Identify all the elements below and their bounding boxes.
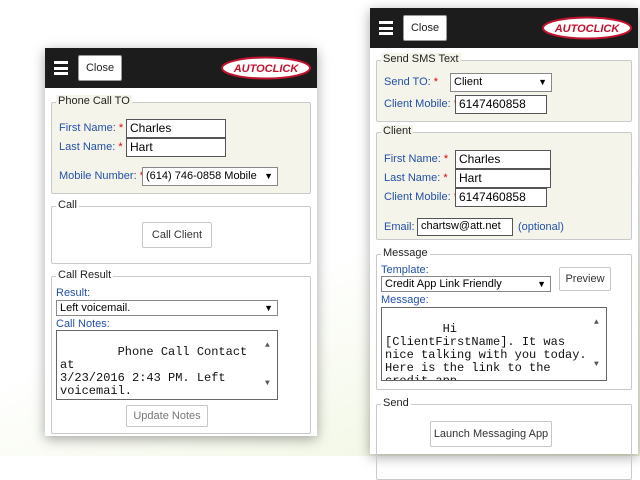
result-value: Left voicemail. <box>60 302 131 314</box>
scroll-down-icon[interactable]: ▼ <box>594 361 599 369</box>
sms-panel: Close AUTOCLICK Send SMS Text Send TO: *… <box>370 8 638 480</box>
call-notes-text: Phone Call Contact at 3/23/2016 2:43 PM.… <box>60 345 248 398</box>
autoclick-logo: AUTOCLICK <box>221 56 311 80</box>
notes-scrollbar[interactable]: ▲ ▼ <box>263 332 276 398</box>
preview-button[interactable]: Preview <box>559 267 611 291</box>
call-client-button[interactable]: Call Client <box>142 222 212 248</box>
last-name-label: Last Name: * <box>59 141 123 153</box>
section-title: Call Result <box>56 269 114 281</box>
message-textarea[interactable]: Hi [ClientFirstName]. It was nice talkin… <box>381 307 607 381</box>
section-title: Send <box>381 397 411 409</box>
template-value: Credit App Link Friendly <box>385 278 502 290</box>
section-title: Call <box>56 199 79 211</box>
section-title: Client <box>381 125 414 137</box>
update-notes-button[interactable]: Update Notes <box>126 405 208 427</box>
send-to-select[interactable]: Client ▼ <box>450 73 552 92</box>
first-name-label: First Name: * <box>59 122 124 134</box>
last-name-label: Last Name: * <box>384 172 448 184</box>
send-sms-section: Send SMS Text Send TO: * Client ▼ Client… <box>376 53 632 122</box>
client-section: Client First Name: * Charles Last Name: … <box>376 125 632 240</box>
message-label: Message: <box>381 294 429 306</box>
hamburger-icon[interactable] <box>54 59 68 77</box>
svg-text:AUTOCLICK: AUTOCLICK <box>233 63 300 75</box>
section-title: Phone Call TO <box>56 95 132 107</box>
client-mobile-field[interactable]: 6147460858 <box>455 95 547 114</box>
scroll-up-icon[interactable]: ▲ <box>265 342 270 350</box>
send-to-label: Send TO: * <box>384 76 439 88</box>
header-bar: Close AUTOCLICK <box>370 8 638 48</box>
email-label: Email: <box>384 221 415 233</box>
send-section: Send Launch Messaging App <box>376 397 632 480</box>
template-select[interactable]: Credit App Link Friendly ▼ <box>381 276 551 292</box>
chevron-down-icon: ▼ <box>264 171 273 181</box>
client-last-name-field[interactable]: Hart <box>455 169 551 188</box>
phone-call-to-section: Phone Call TO First Name: * Charles Last… <box>51 95 311 194</box>
client-mobile-label: Client Mobile: * <box>384 191 458 203</box>
result-label: Result: <box>56 287 91 299</box>
section-title: Message <box>381 247 430 259</box>
message-section: Message Template: Credit App Link Friend… <box>376 247 632 390</box>
chevron-down-icon: ▼ <box>537 279 546 289</box>
template-label: Template: <box>381 264 429 276</box>
chevron-down-icon: ▼ <box>264 303 273 313</box>
autoclick-logo: AUTOCLICK <box>542 16 632 40</box>
client-mobile-field[interactable]: 6147460858 <box>455 188 547 207</box>
call-section: Call Call Client <box>51 199 311 264</box>
section-title: Send SMS Text <box>381 53 461 65</box>
last-name-field[interactable]: Hart <box>126 138 226 157</box>
optional-note: (optional) <box>518 221 564 233</box>
scroll-up-icon[interactable]: ▲ <box>594 319 599 327</box>
launch-messaging-app-button[interactable]: Launch Messaging App <box>430 421 552 447</box>
call-notes-textarea[interactable]: Phone Call Contact at 3/23/2016 2:43 PM.… <box>56 330 278 400</box>
phone-call-panel: Close AUTOCLICK Phone Call TO First Name… <box>45 48 317 436</box>
close-button[interactable]: Close <box>403 15 447 41</box>
call-result-section: Call Result Result: Left voicemail. ▼ Ca… <box>51 269 311 434</box>
first-name-label: First Name: * <box>384 153 449 165</box>
mobile-number-value: (614) 746-0858 Mobile <box>146 170 257 182</box>
call-notes-label: Call Notes: <box>56 318 110 330</box>
hamburger-icon[interactable] <box>379 19 393 37</box>
client-first-name-field[interactable]: Charles <box>455 150 551 169</box>
mobile-number-label: Mobile Number: * <box>59 170 144 182</box>
client-mobile-label: Client Mobile: * <box>384 98 458 110</box>
scroll-down-icon[interactable]: ▼ <box>265 380 270 388</box>
message-scrollbar[interactable]: ▲ ▼ <box>592 309 605 379</box>
mobile-number-select[interactable]: (614) 746-0858 Mobile ▼ <box>142 167 278 186</box>
message-text: Hi [ClientFirstName]. It was nice talkin… <box>385 322 587 381</box>
send-to-value: Client <box>454 76 483 88</box>
svg-text:AUTOCLICK: AUTOCLICK <box>554 23 621 35</box>
header-bar: Close AUTOCLICK <box>45 48 317 88</box>
chevron-down-icon: ▼ <box>538 77 547 87</box>
first-name-field[interactable]: Charles <box>126 119 226 138</box>
close-button[interactable]: Close <box>78 55 122 81</box>
result-select[interactable]: Left voicemail. ▼ <box>56 300 278 316</box>
email-field[interactable]: chartsw@att.net <box>417 218 513 236</box>
